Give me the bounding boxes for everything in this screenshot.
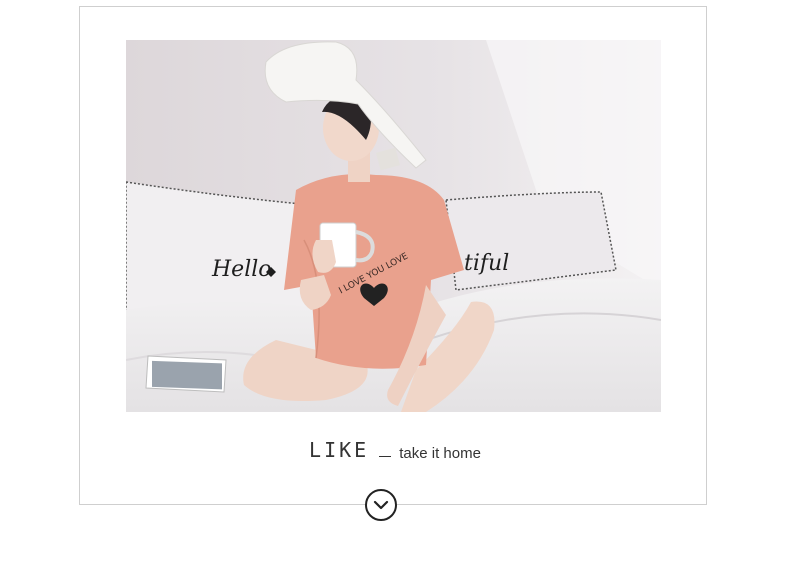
chevron-down-icon (373, 500, 389, 510)
caption-subtitle: take it home (399, 444, 481, 462)
pillow-left-text: Hello (211, 257, 272, 282)
caption-title: LIKE (309, 438, 370, 462)
pillow-right-text: tiful (464, 251, 509, 276)
product-photo: Hello tiful I LOVE YOU LOVE (126, 40, 661, 412)
scroll-down-button[interactable] (365, 489, 397, 521)
caption: LIKE take it home (0, 438, 790, 462)
caption-dash (379, 455, 392, 457)
